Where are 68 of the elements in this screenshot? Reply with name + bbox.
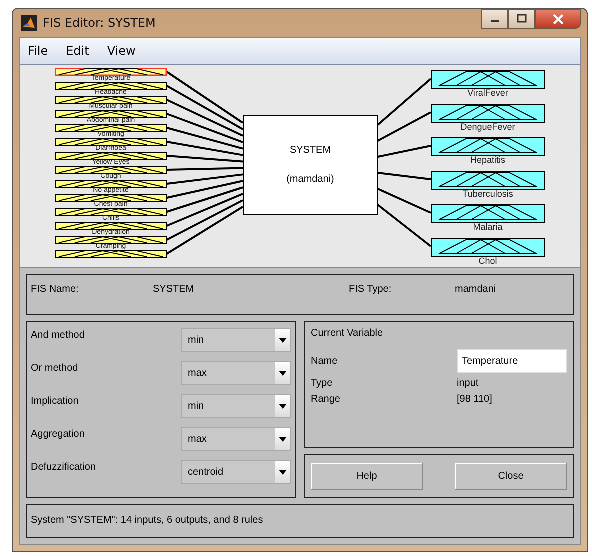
output-variable-box[interactable] — [431, 204, 545, 223]
menu-item[interactable]: View — [107, 44, 136, 58]
app-icon — [21, 15, 37, 31]
system-name: SYSTEM — [290, 145, 332, 156]
window-title: FIS Editor: SYSTEM — [43, 16, 157, 30]
name-label: Name — [311, 356, 339, 366]
caret-icon — [278, 470, 286, 474]
output-variable-label: ViralFever — [466, 89, 510, 98]
input-variable-box[interactable] — [55, 194, 167, 202]
range-value: [98 110] — [457, 394, 494, 405]
type-value: input — [457, 378, 480, 389]
menu-item[interactable]: File — [28, 44, 48, 58]
input-variable-box[interactable] — [55, 180, 167, 188]
input-variable-box[interactable] — [55, 68, 167, 76]
method-label: Defuzzification — [31, 461, 96, 473]
input-variable-box[interactable] — [55, 222, 167, 230]
menu-item[interactable]: Edit — [66, 44, 90, 58]
input-variable-box[interactable] — [55, 110, 167, 118]
caret-icon — [278, 436, 286, 442]
system-box[interactable]: SYSTEM (mamdani) — [243, 115, 378, 215]
fis-name-label: FIS Name: — [31, 284, 80, 295]
input-variable-box[interactable] — [55, 152, 167, 160]
method-label: And method — [31, 329, 85, 341]
input-variable-box[interactable] — [55, 166, 167, 174]
output-variable-box[interactable] — [431, 70, 545, 89]
caret-icon — [278, 404, 286, 408]
input-variable-box[interactable] — [55, 250, 167, 258]
output-variable-label: Tuberculosis — [462, 190, 514, 198]
fis-type-value: mamdani — [455, 284, 498, 295]
range-label: Range — [311, 394, 342, 405]
output-variable-label: Hepatitis — [469, 156, 506, 165]
caret-icon — [278, 370, 286, 376]
minimize-button[interactable] — [481, 9, 508, 29]
dialog-button[interactable]: Help — [311, 462, 423, 490]
method-label: Or method — [31, 362, 78, 374]
output-variable-box[interactable] — [431, 238, 545, 256]
output-variable-box[interactable] — [431, 170, 545, 190]
method-dropdown[interactable]: min — [181, 328, 291, 352]
fis-type-label: FIS Type: — [349, 284, 393, 295]
input-variable-box[interactable] — [55, 208, 167, 216]
input-variable-box[interactable] — [55, 82, 167, 90]
maximize-icon — [516, 14, 526, 24]
method-dropdown[interactable]: centroid — [181, 460, 291, 484]
method-dropdown[interactable]: min — [181, 394, 291, 418]
close-icon — [552, 14, 564, 24]
output-variable-label: Malaria — [472, 223, 504, 232]
output-variable-box[interactable] — [431, 137, 545, 156]
input-variable-box[interactable] — [55, 124, 167, 132]
current-variable-title: Current Variable — [311, 328, 384, 339]
input-variable-box[interactable] — [55, 138, 167, 146]
method-dropdown[interactable]: max — [181, 427, 291, 451]
status-text: System "SYSTEM": 14 inputs, 6 outputs, and 8 rules — [31, 515, 264, 526]
fis-name-value: SYSTEM — [153, 284, 196, 295]
output-variable-label: DengueFever — [460, 122, 516, 132]
type-label: Type — [311, 378, 334, 389]
name-field[interactable]: Temperature — [457, 349, 567, 373]
method-label: Aggregation — [31, 428, 85, 440]
caret-icon — [278, 338, 286, 342]
method-label: Implication — [31, 395, 79, 407]
maximize-button[interactable] — [508, 9, 535, 29]
input-variable-box[interactable] — [55, 236, 167, 244]
method-dropdown[interactable]: max — [181, 361, 291, 385]
dialog-button[interactable]: Close — [455, 462, 567, 490]
output-variable-box[interactable] — [431, 104, 545, 122]
close-button[interactable] — [535, 9, 581, 29]
input-variable-box[interactable] — [55, 96, 167, 104]
output-variable-label: Chol — [478, 256, 498, 266]
system-type: (mamdani) — [286, 174, 334, 185]
